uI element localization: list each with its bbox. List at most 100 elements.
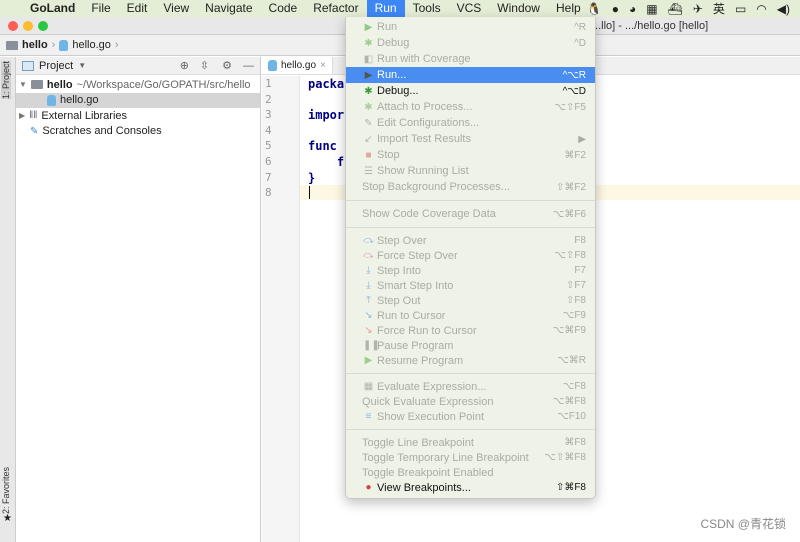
- docker-icon[interactable]: ⛴: [668, 2, 683, 16]
- menu-code[interactable]: Code: [261, 0, 306, 17]
- airplay-icon[interactable]: ▭: [735, 2, 746, 16]
- tab-hello-go[interactable]: hello.go ×: [262, 57, 333, 74]
- menu-item-shortcut: ^⌥R: [562, 69, 586, 81]
- breadcrumb-file[interactable]: hello.go: [72, 39, 111, 51]
- menu-tools[interactable]: Tools: [405, 0, 449, 17]
- menu-item-toggle-line-breakpoint[interactable]: Toggle Line Breakpoint ⌘F8: [346, 435, 595, 450]
- menu-item-run[interactable]: ▶ Run ^R: [346, 19, 595, 35]
- menu-item-view-breakpoints[interactable]: ● View Breakpoints... ⇧⌘F8: [346, 480, 595, 495]
- menu-refactor[interactable]: Refactor: [305, 0, 366, 17]
- menu-item-label: Stop Background Processes...: [362, 181, 510, 193]
- menu-item-resume-program[interactable]: ▶ Resume Program ⌥⌘R: [346, 353, 595, 368]
- step-over-icon: ⤼: [363, 235, 374, 246]
- menu-item-label: View Breakpoints...: [377, 481, 471, 494]
- list-icon: ☰: [364, 165, 373, 177]
- menu-item-force-step-over[interactable]: ⤼ Force Step Over ⌥⇧F8: [346, 248, 595, 263]
- menu-item-evaluate-expression[interactable]: ▦ Evaluate Expression... ⌥F8: [346, 379, 595, 394]
- menu-item-label: Show Running List: [377, 165, 469, 177]
- qq-icon[interactable]: 🐧: [587, 2, 602, 16]
- menu-item-debug[interactable]: ✱ Debug... ^⌥D: [346, 83, 595, 99]
- menu-item-debug[interactable]: ✱ Debug ^D: [346, 35, 595, 51]
- menu-item-show-running-list[interactable]: ☰ Show Running List: [346, 163, 595, 179]
- zoom-window-button[interactable]: [38, 21, 48, 31]
- apple-menu-icon[interactable]: [0, 0, 22, 17]
- menu-edit[interactable]: Edit: [119, 0, 156, 17]
- menu-item-label: Show Code Coverage Data: [362, 208, 496, 220]
- project-panel-header: Project ▼ ⊕ ⇳ ⚙ —: [16, 57, 260, 75]
- menu-item-label: Smart Step Into: [377, 279, 454, 292]
- menu-item-run-to-cursor[interactable]: ↘ Run to Cursor ⌥F9: [346, 308, 595, 323]
- menu-item-step-into[interactable]: ⤓ Step Into F7: [346, 263, 595, 278]
- volume-icon[interactable]: ◀): [777, 2, 790, 16]
- menu-separator: [346, 227, 595, 228]
- menu-item-stop[interactable]: ■ Stop ⌘F2: [346, 147, 595, 163]
- debug-icon: ✱: [364, 85, 373, 97]
- run-menu: ▶ Run ^R ✱ Debug ^D ◧ Run with Coverage ▶ Run... ^…: [345, 17, 596, 499]
- locate-icon[interactable]: ⊕: [180, 59, 189, 72]
- menu-item-run-with-coverage[interactable]: ◧ Run with Coverage: [346, 51, 595, 67]
- hide-icon[interactable]: —: [243, 60, 254, 72]
- line-number: 2: [265, 92, 272, 106]
- minimize-window-button[interactable]: [23, 21, 33, 31]
- expand-arrow-icon[interactable]: ▶: [19, 111, 25, 120]
- menu-item-attach-to-process[interactable]: ✱ Attach to Process... ⌥⇧F5: [346, 99, 595, 115]
- expand-arrow-icon[interactable]: ▼: [19, 80, 27, 89]
- project-view-selector[interactable]: Project: [39, 60, 73, 72]
- menu-item-shortcut: ⌥⌘R: [557, 355, 586, 366]
- menu-app[interactable]: GoLand: [22, 0, 83, 17]
- tree-item-hello-go[interactable]: hello.go: [16, 92, 260, 108]
- menu-item-shortcut: F8: [574, 235, 586, 246]
- project-tool-tab[interactable]: 1: Project: [1, 61, 11, 100]
- translate-icon[interactable]: 英: [713, 0, 725, 17]
- menu-item-step-out[interactable]: ⤒ Step Out ⇧F8: [346, 293, 595, 308]
- menu-item-step-over[interactable]: ⤼ Step Over F8: [346, 233, 595, 248]
- menu-item-toggle-temporary-line-breakpoint[interactable]: Toggle Temporary Line Breakpoint ⌥⇧⌘F8: [346, 450, 595, 465]
- paper-plane-icon[interactable]: ✈: [693, 2, 703, 16]
- close-tab-icon[interactable]: ×: [320, 60, 326, 71]
- gear-icon[interactable]: ⚙: [222, 59, 232, 72]
- menu-item-show-execution-point[interactable]: ≡ Show Execution Point ⌥F10: [346, 409, 595, 424]
- tree-item-external-libraries[interactable]: ▶ ‖‖ External Libraries: [16, 108, 260, 124]
- menu-item-run[interactable]: ▶ Run... ^⌥R: [346, 67, 595, 83]
- menu-item-shortcut: ⇧⌘F8: [555, 482, 586, 493]
- menu-item-show-code-coverage-data[interactable]: Show Code Coverage Data ⌥⌘F6: [346, 206, 595, 222]
- collapse-all-icon[interactable]: ⇳: [200, 59, 209, 72]
- menu-item-shortcut: ^D: [574, 37, 586, 49]
- menu-item-pause-program[interactable]: ❚❚ Pause Program: [346, 338, 595, 353]
- pause-icon: ❚❚: [363, 340, 380, 351]
- menu-item-edit-configurations[interactable]: ✎ Edit Configurations...: [346, 115, 595, 131]
- menu-item-smart-step-into[interactable]: ⤓ Smart Step Into ⇧F7: [346, 278, 595, 293]
- menu-item-force-run-to-cursor[interactable]: ↘ Force Run to Cursor ⌥⌘F9: [346, 323, 595, 338]
- menu-file[interactable]: File: [83, 0, 118, 17]
- close-window-button[interactable]: [8, 21, 18, 31]
- code-line: packa: [308, 77, 345, 91]
- menu-item-toggle-breakpoint-enabled[interactable]: Toggle Breakpoint Enabled: [346, 465, 595, 480]
- menu-view[interactable]: View: [155, 0, 197, 17]
- menu-item-quick-evaluate-expression[interactable]: Quick Evaluate Expression ⌥⌘F8: [346, 394, 595, 409]
- menu-vcs[interactable]: VCS: [449, 0, 490, 17]
- menu-help[interactable]: Help: [548, 0, 589, 17]
- menu-navigate[interactable]: Navigate: [197, 0, 260, 17]
- wifi-icon[interactable]: ◠: [756, 2, 766, 16]
- menu-item-stop-background-processes[interactable]: Stop Background Processes... ⇧⌘F2: [346, 179, 595, 195]
- breadcrumb-project[interactable]: hello: [22, 39, 48, 51]
- step-out-icon: ⤒: [366, 295, 371, 306]
- run-icon: ▶: [364, 21, 373, 33]
- menu-item-shortcut: ^⌥D: [562, 85, 586, 97]
- menu-item-import-test-results[interactable]: ↙ Import Test Results ▶: [346, 131, 595, 147]
- tree-item-hello[interactable]: ▼ hello ~/Workspace/Go/GOPATH/src/hello: [16, 77, 260, 93]
- tree-item-label: Scratches and Consoles: [42, 125, 162, 138]
- calculator-icon[interactable]: ▦: [646, 2, 657, 16]
- browser-icon[interactable]: ●: [612, 2, 619, 16]
- menu-separator: [346, 373, 595, 374]
- menu-run[interactable]: Run: [366, 0, 405, 17]
- library-icon: ‖‖: [29, 110, 38, 122]
- wechat-icon[interactable]: ◕: [629, 2, 636, 16]
- tree-item-scratches[interactable]: ✎ Scratches and Consoles: [16, 124, 260, 140]
- chevron-down-icon[interactable]: ▼: [78, 61, 86, 70]
- favorites-tool-tab[interactable]: 2: Favorites: [1, 467, 11, 514]
- menu-window[interactable]: Window: [489, 0, 548, 17]
- line-number: 7: [265, 170, 272, 184]
- menu-item-shortcut: ⇧⌘F2: [555, 181, 586, 193]
- menu-item-label: Resume Program: [377, 354, 464, 367]
